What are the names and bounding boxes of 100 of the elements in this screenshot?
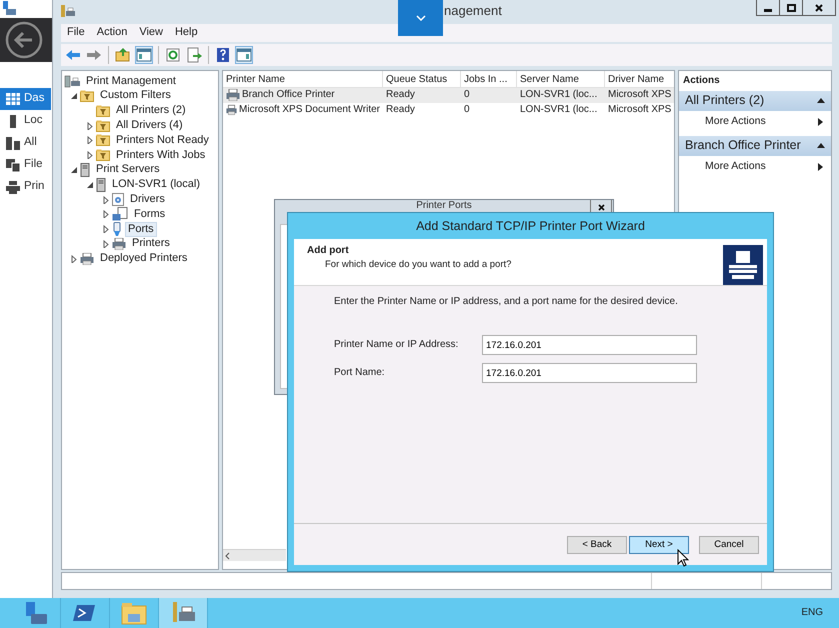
- submenu-arrow-icon: [818, 162, 823, 171]
- table-cell: Ready: [386, 89, 415, 100]
- column-header[interactable]: Queue Status: [383, 70, 461, 87]
- text-field[interactable]: 172.16.0.201: [482, 335, 697, 355]
- action-item[interactable]: More Actions: [679, 156, 831, 178]
- collapsed-arrow-icon[interactable]: [86, 122, 94, 130]
- table-cell: Microsoft XPS: [608, 89, 672, 100]
- collapsed-arrow-icon[interactable]: [102, 240, 110, 248]
- filter-folder-icon: [80, 90, 94, 102]
- filter-folder-icon: [96, 104, 110, 117]
- collapsed-arrow-icon[interactable]: [102, 210, 110, 218]
- printer-icon: [112, 238, 126, 250]
- tree-item[interactable]: Ports: [125, 222, 157, 237]
- collapsed-arrow-icon[interactable]: [86, 151, 94, 160]
- collapsed-arrow-icon[interactable]: [86, 136, 94, 144]
- up-folder-button[interactable]: [114, 46, 132, 64]
- nav-item[interactable]: Prin: [0, 176, 51, 198]
- port-icon: [112, 222, 122, 237]
- action-section-header[interactable]: Branch Office Printer: [679, 136, 831, 156]
- column-header[interactable]: Driver Name: [605, 70, 674, 87]
- print-management-icon: [61, 4, 75, 18]
- table-row[interactable]: Microsoft XPS Document Writer Ready 0 LON-SVR1 (loc... Microsoft XPS: [223, 102, 674, 118]
- table-cell: 0: [464, 89, 470, 100]
- action-section-header[interactable]: All Printers (2): [679, 90, 831, 111]
- file-icon: [6, 158, 20, 172]
- tree-item[interactable]: Custom Filters: [97, 88, 174, 104]
- table-cell: LON-SVR1 (loc...: [520, 89, 598, 100]
- minimize-button[interactable]: [756, 0, 780, 16]
- page-heading: Add port: [307, 245, 350, 257]
- taskbar-button[interactable]: [159, 598, 208, 628]
- nav-item[interactable]: File: [0, 154, 51, 176]
- export-list-button[interactable]: [185, 46, 203, 64]
- expanded-arrow-icon[interactable]: [70, 166, 78, 174]
- menu-item[interactable]: Help: [168, 26, 204, 40]
- folder-icon: [120, 600, 148, 626]
- printer-icon: [80, 252, 94, 265]
- instruction-text: Enter the Printer Name or IP address, and a port name for the desired device.: [333, 295, 679, 308]
- printer-icon: [6, 180, 20, 194]
- field-label: Port Name:: [334, 367, 386, 379]
- nav-item[interactable]: Loc: [0, 110, 51, 132]
- filter-folder-icon: [96, 120, 110, 132]
- table-row[interactable]: Branch Office Printer Ready 0 LON-SVR1 (loc... Microsoft XPS: [223, 88, 674, 103]
- wizard-button[interactable]: Cancel: [699, 536, 759, 554]
- menu-item[interactable]: File: [61, 26, 91, 40]
- table-cell: Microsoft XPS: [608, 104, 672, 116]
- back-button-icon[interactable]: [4, 20, 44, 60]
- drivers-icon: [112, 193, 124, 206]
- collapse-caret-icon: [817, 143, 825, 148]
- collapsed-arrow-icon[interactable]: [70, 254, 78, 263]
- page-subheading: For which device do you want to add a port?: [324, 259, 512, 270]
- forms-icon: [112, 207, 128, 222]
- server-manager-icon: [2, 1, 16, 15]
- close-icon: [815, 4, 823, 12]
- tree-item[interactable]: Deployed Printers: [97, 251, 190, 266]
- tree-item[interactable]: All Drivers (4): [113, 118, 186, 134]
- nav-item[interactable]: Das: [0, 88, 51, 110]
- console-tree-button[interactable]: [135, 46, 153, 64]
- printer-icon: [226, 104, 238, 116]
- action-pane-button[interactable]: [235, 46, 253, 64]
- expanded-arrow-icon[interactable]: [70, 92, 78, 100]
- nav-item[interactable]: All: [0, 132, 51, 154]
- horizontal-scrollbar[interactable]: [223, 549, 286, 562]
- server-icon: [96, 178, 106, 192]
- table-cell: Ready: [386, 104, 415, 116]
- help-button[interactable]: [214, 46, 232, 64]
- column-header[interactable]: Jobs In ...: [461, 70, 517, 87]
- tree-item[interactable]: Print Management: [83, 74, 179, 89]
- tree-item[interactable]: Drivers: [127, 192, 168, 208]
- tree-item[interactable]: Print Servers: [93, 162, 163, 178]
- pane-title: Actions: [682, 74, 721, 88]
- collapsed-arrow-icon[interactable]: [102, 225, 110, 234]
- servers-icon: [6, 136, 20, 150]
- tree-item[interactable]: Printers Not Ready: [113, 132, 212, 148]
- window-title: nagement: [444, 3, 502, 19]
- action-item[interactable]: More Actions: [679, 110, 831, 133]
- tree-item[interactable]: Forms: [131, 206, 168, 222]
- maximize-icon: [786, 4, 796, 12]
- close-button[interactable]: [802, 0, 836, 16]
- expanded-arrow-icon[interactable]: [86, 180, 94, 189]
- submenu-arrow-icon: [818, 118, 823, 126]
- collapse-caret-icon: [817, 98, 825, 104]
- collapsed-arrow-icon[interactable]: [102, 196, 110, 204]
- text-field[interactable]: 172.16.0.201: [482, 363, 697, 383]
- tree-item[interactable]: All Printers (2): [113, 103, 189, 118]
- tree-item[interactable]: LON-SVR1 (local): [109, 177, 204, 192]
- close-icon: [598, 204, 604, 210]
- window-title: Add Standard TCP/IP Printer Port Wizard: [415, 218, 646, 234]
- refresh-button[interactable]: [164, 46, 182, 64]
- column-header[interactable]: Server Name: [517, 70, 605, 87]
- table-cell: Microsoft XPS Document Writer: [239, 104, 380, 116]
- menu-item[interactable]: View: [133, 26, 169, 40]
- tree-item[interactable]: Printers With Jobs: [113, 148, 208, 163]
- language-indicator[interactable]: ENG: [801, 607, 823, 619]
- menu-item[interactable]: Action: [90, 26, 134, 40]
- filter-folder-icon: [96, 149, 110, 162]
- tree-item[interactable]: Printers: [129, 236, 173, 252]
- wizard-button[interactable]: < Back: [567, 536, 627, 554]
- column-header[interactable]: Printer Name: [223, 70, 383, 87]
- wizard-button[interactable]: Next >: [629, 536, 689, 554]
- print-management-icon: [64, 74, 80, 88]
